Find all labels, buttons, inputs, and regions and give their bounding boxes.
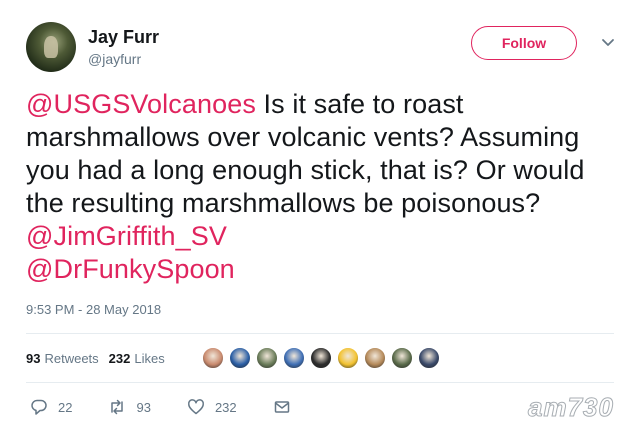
retweets-stat[interactable]: 93 Retweets <box>26 351 99 366</box>
reply-button[interactable]: 22 <box>30 398 72 416</box>
divider <box>26 382 614 383</box>
likes-stat[interactable]: 232 Likes <box>109 351 165 366</box>
user-handle[interactable]: @jayfurr <box>88 51 141 67</box>
mention-usgsvolcanoes[interactable]: @USGSVolcanoes <box>26 89 256 119</box>
liker-avatars <box>202 347 445 369</box>
mention-jimgriffith[interactable]: @JimGriffith_SV <box>26 221 227 251</box>
envelope-icon <box>274 401 289 413</box>
reply-count: 22 <box>58 399 73 415</box>
watermark-logo: am730 <box>528 392 614 423</box>
tweet-stats: 93 Retweets 232 Likes <box>26 348 175 368</box>
chevron-down-icon[interactable] <box>599 34 617 52</box>
retweet-count: 93 <box>136 399 151 415</box>
liker-avatar[interactable] <box>202 347 224 369</box>
tweet-header: Jay Furr @jayfurr Follow <box>26 22 616 74</box>
reply-icon <box>31 399 47 415</box>
retweets-label: Retweets <box>44 350 99 366</box>
tweet-text: @USGSVolcanoes Is it safe to roast marsh… <box>26 88 621 286</box>
avatar[interactable] <box>26 22 76 72</box>
liker-avatar[interactable] <box>391 347 413 369</box>
like-count: 232 <box>214 399 237 415</box>
liker-avatar[interactable] <box>310 347 332 369</box>
retweet-button[interactable]: 93 <box>108 398 151 416</box>
liker-avatar[interactable] <box>283 347 305 369</box>
liker-avatar[interactable] <box>256 347 278 369</box>
retweet-icon <box>111 399 124 415</box>
display-name[interactable]: Jay Furr <box>88 27 159 48</box>
liker-avatar[interactable] <box>229 347 251 369</box>
heart-icon <box>187 399 204 415</box>
tweet-timestamp[interactable]: 9:53 PM - 28 May 2018 <box>26 302 161 317</box>
direct-message-button[interactable] <box>273 398 301 416</box>
retweets-count: 93 <box>26 350 41 366</box>
follow-button[interactable]: Follow <box>471 26 577 60</box>
tweet-actions: 22 93 232 <box>30 398 337 416</box>
liker-avatar[interactable] <box>337 347 359 369</box>
liker-avatar[interactable] <box>364 347 386 369</box>
divider <box>26 333 614 334</box>
likes-label: Likes <box>134 350 165 366</box>
likes-count: 232 <box>108 350 131 366</box>
like-button[interactable]: 232 <box>187 398 237 416</box>
mention-drfunkyspoon[interactable]: @DrFunkySpoon <box>26 254 235 284</box>
liker-avatar[interactable] <box>418 347 440 369</box>
